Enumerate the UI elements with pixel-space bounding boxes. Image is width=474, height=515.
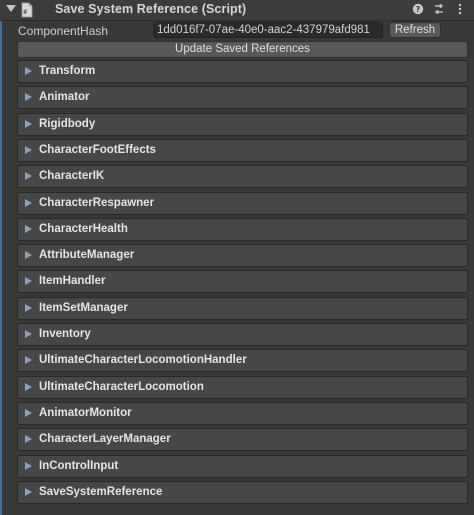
expand-arrow-icon[interactable] bbox=[25, 382, 32, 391]
component-row-label: CharacterFootEffects bbox=[39, 143, 156, 156]
expand-arrow-icon[interactable] bbox=[25, 435, 32, 444]
component-row[interactable]: CharacterFootEffects bbox=[17, 138, 468, 162]
more-options-icon[interactable] bbox=[454, 2, 466, 16]
component-row[interactable]: Inventory bbox=[17, 323, 468, 346]
component-row[interactable]: Transform bbox=[17, 60, 468, 83]
component-row-label: ItemHandler bbox=[39, 275, 106, 288]
svg-text:#: # bbox=[23, 8, 27, 16]
component-row[interactable]: ItemSetManager bbox=[17, 296, 468, 320]
component-row-label: InControlInput bbox=[39, 459, 119, 472]
component-row[interactable]: AnimatorMonitor bbox=[17, 401, 468, 425]
refresh-button[interactable]: Refresh bbox=[389, 22, 441, 38]
component-row-label: ItemSetManager bbox=[39, 301, 128, 314]
component-row[interactable]: ItemHandler bbox=[17, 270, 468, 294]
expand-arrow-icon[interactable] bbox=[25, 251, 32, 260]
component-row-label: CharacterRespawner bbox=[39, 196, 155, 209]
component-row-label: Rigidbody bbox=[39, 117, 96, 130]
component-row-label: UltimateCharacterLocomotionHandler bbox=[39, 354, 247, 367]
expand-arrow-icon[interactable] bbox=[25, 303, 32, 312]
svg-text:?: ? bbox=[416, 5, 421, 14]
component-row-label: UltimateCharacterLocomotion bbox=[39, 380, 204, 393]
component-row-label: AttributeManager bbox=[39, 249, 135, 262]
expand-arrow-icon[interactable] bbox=[25, 198, 32, 207]
component-row-label: SaveSystemReference bbox=[39, 485, 163, 498]
component-row-label: Inventory bbox=[39, 328, 91, 340]
component-row-label: CharacterHealth bbox=[39, 222, 128, 235]
component-row[interactable]: CharacterHealth bbox=[17, 217, 468, 241]
component-row[interactable]: Animator bbox=[17, 86, 468, 110]
inspector-panel: # Save System Reference (Script) ? Compo… bbox=[0, 0, 474, 515]
component-row-label: Animator bbox=[39, 91, 90, 104]
component-row-label: Transform bbox=[39, 65, 96, 77]
expand-arrow-icon[interactable] bbox=[25, 330, 32, 338]
help-icon[interactable]: ? bbox=[412, 2, 424, 16]
component-row-label: CharacterLayerManager bbox=[39, 433, 171, 446]
component-row[interactable]: UltimateCharacterLocomotion bbox=[17, 375, 468, 399]
component-row-label: CharacterIK bbox=[39, 170, 105, 183]
expand-arrow-icon[interactable] bbox=[25, 356, 32, 365]
component-row-label: AnimatorMonitor bbox=[39, 406, 132, 419]
component-row[interactable]: CharacterRespawner bbox=[17, 191, 468, 215]
expand-arrow-icon[interactable] bbox=[25, 172, 32, 181]
expand-arrow-icon[interactable] bbox=[25, 93, 32, 102]
component-row[interactable]: InControlInput bbox=[17, 454, 468, 478]
update-saved-references-button[interactable]: Update Saved References bbox=[17, 41, 468, 58]
component-header[interactable]: # Save System Reference (Script) ? bbox=[0, 0, 474, 21]
presets-icon[interactable] bbox=[433, 2, 445, 16]
expand-arrow-icon[interactable] bbox=[25, 461, 32, 470]
expand-arrow-icon[interactable] bbox=[25, 145, 32, 154]
component-hash-label: ComponentHash bbox=[18, 24, 109, 38]
component-row[interactable]: CharacterIK bbox=[17, 165, 468, 189]
component-hash-field[interactable]: 1dd016f7-07ae-40e0-aac2-437979afd981 bbox=[153, 22, 383, 38]
foldout-arrow-icon[interactable] bbox=[6, 5, 16, 12]
selection-accent-bar bbox=[0, 0, 2, 515]
expand-arrow-icon[interactable] bbox=[25, 224, 32, 233]
component-row[interactable]: Rigidbody bbox=[17, 112, 468, 136]
component-row[interactable]: UltimateCharacterLocomotionHandler bbox=[17, 349, 468, 373]
expand-arrow-icon[interactable] bbox=[25, 487, 32, 496]
expand-arrow-icon[interactable] bbox=[25, 67, 32, 75]
component-title: Save System Reference (Script) bbox=[55, 2, 247, 16]
expand-arrow-icon[interactable] bbox=[25, 119, 32, 128]
expand-arrow-icon[interactable] bbox=[25, 277, 32, 286]
component-row[interactable]: AttributeManager bbox=[17, 244, 468, 268]
component-row[interactable]: SaveSystemReference bbox=[17, 480, 468, 504]
component-row[interactable]: CharacterLayerManager bbox=[17, 428, 468, 452]
script-icon: # bbox=[21, 2, 33, 18]
expand-arrow-icon[interactable] bbox=[25, 408, 32, 417]
